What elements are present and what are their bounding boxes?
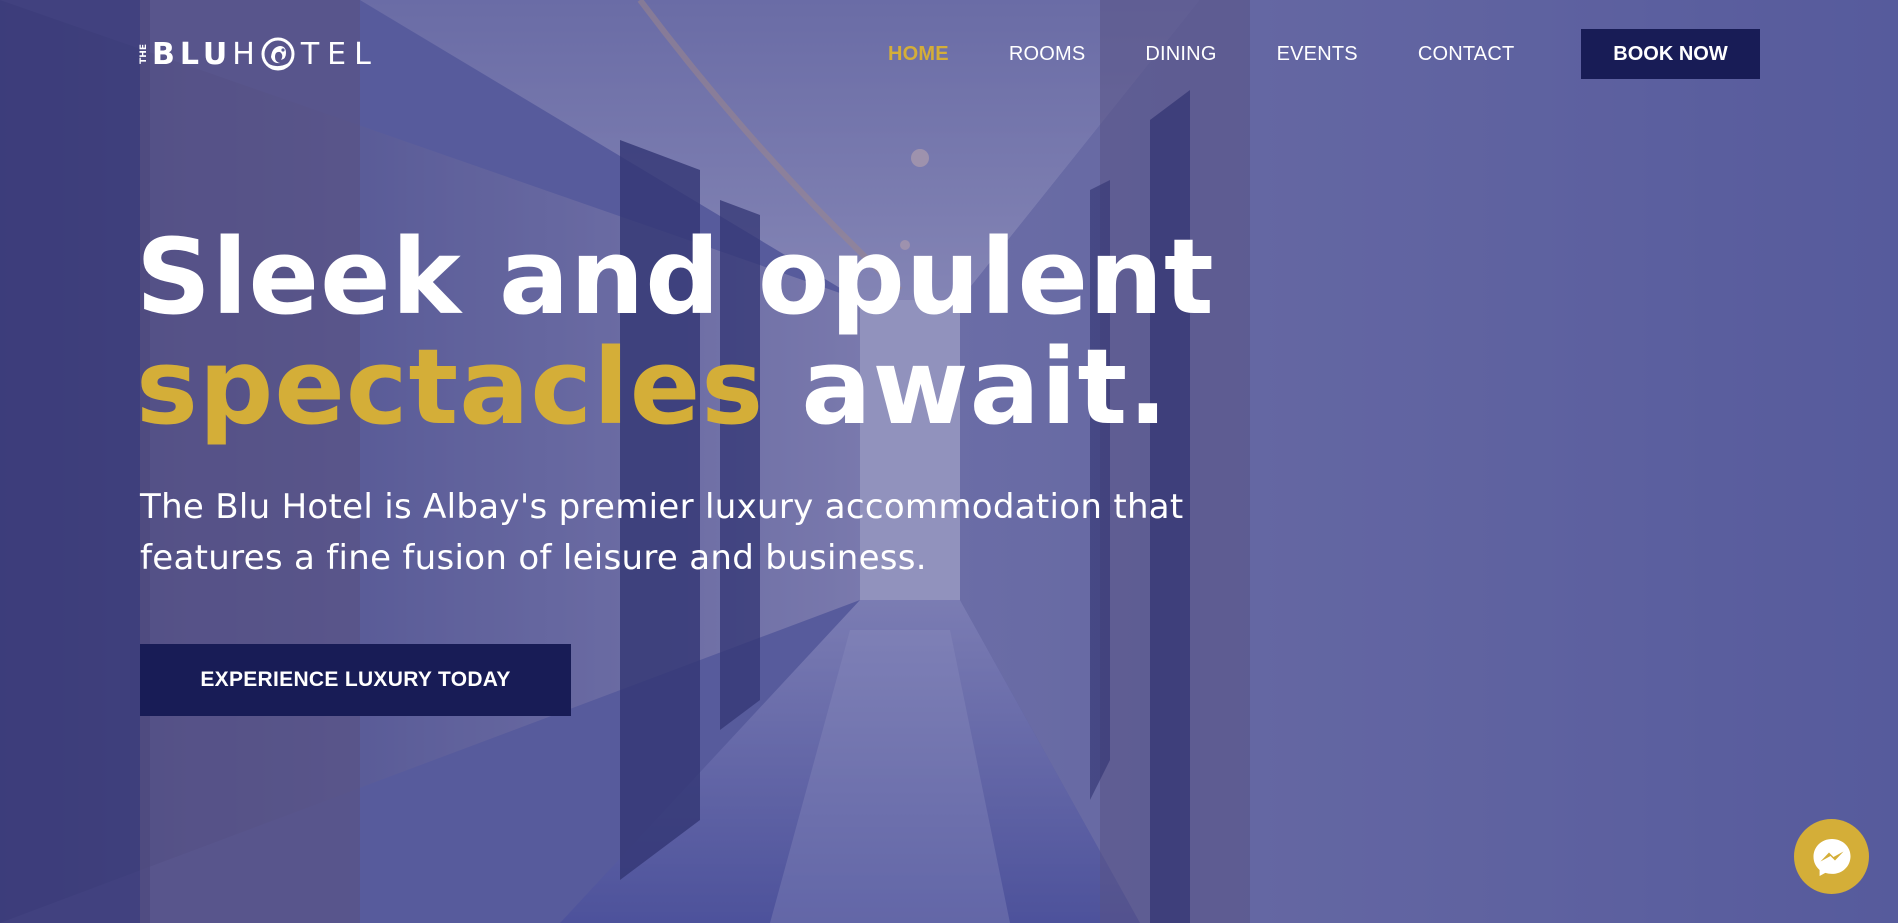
nav-item-rooms[interactable]: ROOMS xyxy=(1009,43,1086,66)
hero-headline-rest: await. xyxy=(764,326,1169,448)
hero-section: THE BLU H TEL HOME ROOMS DINING EVENTS C… xyxy=(0,0,1898,923)
book-now-button[interactable]: BOOK NOW xyxy=(1581,29,1760,79)
nav-item-contact[interactable]: CONTACT xyxy=(1418,43,1515,66)
hero-headline: Sleek and opulent spectacles await. xyxy=(136,222,1215,442)
experience-luxury-button[interactable]: EXPERIENCE LUXURY TODAY xyxy=(140,644,571,716)
hero-headline-line1: Sleek and opulent xyxy=(136,216,1215,338)
messenger-icon xyxy=(1813,838,1850,876)
logo-the-text: THE xyxy=(139,44,149,64)
nav-item-dining[interactable]: DINING xyxy=(1145,43,1216,66)
logo-blu-text: BLU xyxy=(152,36,233,72)
hero-headline-highlight: spectacles xyxy=(136,326,765,448)
hero-subtext: The Blu Hotel is Albay's premier luxury … xyxy=(140,487,1184,578)
site-header: THE BLU H TEL HOME ROOMS DINING EVENTS C… xyxy=(0,0,1898,108)
messenger-chat-button[interactable] xyxy=(1794,819,1869,894)
nav-item-events[interactable]: EVENTS xyxy=(1277,43,1358,66)
logo-emblem-icon xyxy=(261,37,295,71)
nav-item-home[interactable]: HOME xyxy=(888,43,949,66)
logo-h-text: H xyxy=(232,36,259,72)
hero-background-image xyxy=(0,0,1898,923)
main-nav: HOME ROOMS DINING EVENTS CONTACT xyxy=(888,29,1574,79)
logo-tel-text: TEL xyxy=(300,36,379,72)
site-logo[interactable]: THE BLU H TEL xyxy=(139,30,379,78)
